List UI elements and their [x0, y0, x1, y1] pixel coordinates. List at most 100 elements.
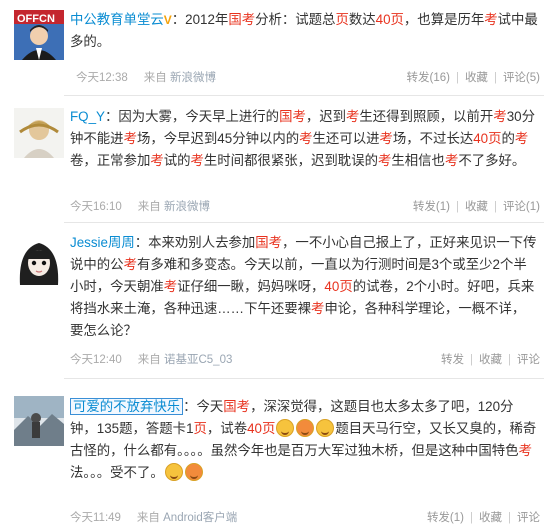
avatar[interactable] [14, 108, 64, 158]
post-text-segment: 生还得到照顾，以前开 [359, 109, 494, 124]
post-time[interactable]: 今天12:40 [70, 354, 122, 366]
emoji-icon [276, 419, 295, 437]
keyword-highlight: 考 [518, 443, 532, 458]
repost-button[interactable]: 转发 [441, 354, 464, 366]
keyword-highlight: 考 [123, 131, 137, 146]
post-text-segment: 卷，正常参加 [70, 153, 151, 168]
favorite-button[interactable]: 收藏 [479, 512, 502, 524]
keyword-highlight: 页 [335, 12, 349, 27]
username-link[interactable]: 中公教育单堂云 [70, 12, 164, 27]
post-body: ：因为大雾，今天早上进行的国考，迟到考生还得到照顾，以前开考30分钟不能进考场，… [70, 109, 535, 168]
post-actions: 转发(16) | 收藏 | 评论(5) [406, 72, 540, 84]
keyword-highlight: 页 [193, 421, 207, 436]
keyword-highlight: 国考 [255, 235, 283, 250]
divider [64, 378, 544, 379]
keyword-highlight: 考 [163, 279, 178, 294]
repost-button[interactable]: 转发(16) [406, 72, 449, 84]
keyword-highlight: 40页 [247, 421, 276, 436]
svg-text:OFFCN: OFFCN [17, 13, 55, 25]
keyword-highlight: 考 [123, 257, 137, 272]
source-prefix: 来自 [143, 72, 167, 84]
post-meta: 今天11:49 来自 Android客户端 [70, 510, 237, 526]
post-text: Jessie周周：本来劝别人去参加国考，一不小心自己报上了，正好来见识一下传说中… [70, 232, 538, 342]
post-source[interactable]: 诺基亚C5_03 [164, 354, 232, 366]
keyword-highlight: 考 [493, 109, 507, 124]
username-link[interactable]: 可爱的不放弃快乐 [70, 398, 184, 415]
keyword-highlight: 考 [379, 131, 393, 146]
post-text-segment: 试的 [163, 153, 191, 168]
post-text-segment: 生时间都很紧张，迟到耽误的 [203, 153, 378, 168]
post-text-segment: ：因为大雾，今天早上进行的 [104, 109, 280, 124]
post-text-segment: 场，不过长达 [392, 131, 474, 146]
post-text: 可爱的不放弃快乐 ：今天国考，深深觉得，这题目也太多太多了吧，120分钟，135题… [70, 396, 538, 484]
verified-badge-icon: V [163, 13, 172, 27]
emoji-icon [164, 463, 183, 481]
keyword-highlight: 考 [299, 131, 313, 146]
post-actions: 转发(1) | 收藏 | 评论(1) [412, 201, 540, 213]
post-text-segment: ，试卷 [206, 421, 248, 436]
keyword-highlight: 40页 [473, 131, 502, 146]
keyword-highlight: 考 [514, 131, 529, 146]
post-time[interactable]: 今天12:38 [76, 72, 128, 84]
keyword-highlight: 考 [150, 153, 164, 168]
comment-button[interactable]: 评论 [517, 354, 540, 366]
post-body: ：本来劝别人去参加国考，一不小心自己报上了，正好来见识一下传说中的公考有多难和多… [70, 235, 536, 338]
post-text-segment: 分析：试题总 [255, 12, 336, 27]
post-text: FQ_Y：因为大雾，今天早上进行的国考，迟到考生还得到照顾，以前开考30分钟不能… [70, 106, 538, 172]
keyword-highlight: 考 [190, 153, 204, 168]
avatar[interactable] [14, 396, 64, 446]
keyword-highlight: 40页 [375, 12, 404, 27]
emoji-icon [184, 463, 203, 481]
repost-button[interactable]: 转发(1) [413, 201, 450, 213]
keyword-highlight: 国考 [223, 399, 251, 414]
keyword-highlight: 考 [444, 153, 459, 168]
post-meta: 今天12:38 来自 新浪微博 [76, 70, 216, 86]
divider [64, 95, 544, 96]
avatar[interactable]: OFFCN [14, 10, 64, 60]
post-text-segment: ，迟到 [305, 109, 347, 124]
post-source[interactable]: 新浪微博 [164, 201, 210, 213]
emoji-icon [316, 419, 335, 437]
post-text-segment: 场，今早迟到45分钟以内的 [136, 131, 300, 146]
weibo-feed: OFFCN 中公教育单堂云V：2012年国考分析：试题总页数达40页，也算是历年… [0, 0, 550, 531]
comment-button[interactable]: 评论(5) [503, 72, 540, 84]
post-text-segment: 法。。。受不了。 [70, 465, 164, 480]
post-text-segment: 不了多好。 [458, 153, 526, 168]
post-source[interactable]: 新浪微博 [170, 72, 216, 84]
keyword-highlight: 考 [311, 301, 325, 316]
post-text-segment: ：今天 [183, 399, 224, 414]
post-text-segment: ：本来劝别人去参加 [134, 235, 256, 250]
avatar[interactable] [14, 235, 64, 285]
post-actions: 转发 | 收藏 | 评论 [441, 354, 540, 366]
post-text-segment: 生相信也 [391, 153, 445, 168]
post-time[interactable]: 今天11:49 [70, 512, 121, 524]
favorite-button[interactable]: 收藏 [479, 354, 502, 366]
keyword-highlight: 考 [377, 153, 392, 168]
divider [64, 222, 544, 223]
post-actions: 转发(1) | 收藏 | 评论 [426, 512, 540, 524]
source-prefix: 来自 [136, 512, 160, 524]
post-text-segment: ，也算是历年 [403, 12, 485, 27]
keyword-highlight: 国考 [228, 12, 256, 27]
username-link[interactable]: FQ_Y [70, 109, 105, 124]
post-text-segment: 数达 [348, 12, 376, 27]
keyword-highlight: 考 [346, 109, 360, 124]
favorite-button[interactable]: 收藏 [465, 72, 488, 84]
source-prefix: 来自 [137, 201, 161, 213]
favorite-button[interactable]: 收藏 [465, 201, 488, 213]
post-text-segment: ：2012年 [171, 12, 229, 27]
emoji-icon [296, 419, 315, 437]
keyword-highlight: 考 [484, 12, 498, 27]
post-source[interactable]: Android客户端 [163, 512, 237, 524]
comment-button[interactable]: 评论 [517, 512, 540, 524]
source-prefix: 来自 [137, 354, 161, 366]
repost-button[interactable]: 转发(1) [427, 512, 464, 524]
post-text: 中公教育单堂云V：2012年国考分析：试题总页数达40页，也算是历年考试中最多的… [70, 9, 538, 53]
post-meta: 今天12:40 来自 诺基亚C5_03 [70, 352, 232, 368]
post-time[interactable]: 今天16:10 [70, 201, 122, 213]
keyword-highlight: 40页 [324, 279, 353, 294]
comment-button[interactable]: 评论(1) [503, 201, 540, 213]
post-meta: 今天16:10 来自 新浪微博 [70, 199, 210, 215]
username-link[interactable]: Jessie周周 [70, 235, 135, 250]
keyword-highlight: 国考 [279, 109, 306, 124]
